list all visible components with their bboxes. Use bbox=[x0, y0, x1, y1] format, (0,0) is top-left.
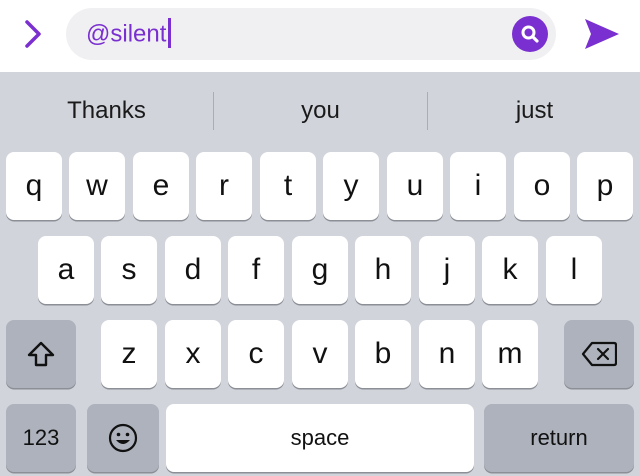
key-c[interactable]: c bbox=[228, 320, 284, 388]
message-input-value: @silent bbox=[86, 18, 172, 50]
message-text-field[interactable]: @silent bbox=[66, 8, 556, 60]
text-caret bbox=[168, 18, 172, 48]
key-r[interactable]: r bbox=[196, 152, 252, 220]
key-m[interactable]: m bbox=[482, 320, 538, 388]
key-x[interactable]: x bbox=[165, 320, 221, 388]
suggestion-item[interactable]: you bbox=[214, 72, 427, 150]
numbers-key[interactable]: 123 bbox=[6, 404, 76, 472]
delete-key[interactable] bbox=[564, 320, 634, 388]
key-l[interactable]: l bbox=[546, 236, 602, 304]
shift-key[interactable] bbox=[6, 320, 76, 388]
keyboard: Thanks you just q w e r t y u i o p a s … bbox=[0, 72, 640, 476]
key-j[interactable]: j bbox=[419, 236, 475, 304]
key-i[interactable]: i bbox=[450, 152, 506, 220]
emoji-key[interactable] bbox=[87, 404, 159, 472]
key-k[interactable]: k bbox=[482, 236, 538, 304]
key-o[interactable]: o bbox=[514, 152, 570, 220]
key-n[interactable]: n bbox=[419, 320, 475, 388]
message-input-text: @silent bbox=[86, 20, 167, 48]
key-s[interactable]: s bbox=[101, 236, 157, 304]
predictive-suggestions-bar: Thanks you just bbox=[0, 72, 640, 150]
key-t[interactable]: t bbox=[260, 152, 316, 220]
key-h[interactable]: h bbox=[355, 236, 411, 304]
key-g[interactable]: g bbox=[292, 236, 348, 304]
chevron-right-icon bbox=[25, 20, 41, 48]
return-key[interactable]: return bbox=[484, 404, 634, 472]
suggestion-item[interactable]: just bbox=[428, 72, 640, 150]
key-v[interactable]: v bbox=[292, 320, 348, 388]
message-input-bar: @silent bbox=[0, 0, 640, 72]
key-f[interactable]: f bbox=[228, 236, 284, 304]
search-icon bbox=[521, 25, 539, 43]
search-button[interactable] bbox=[512, 16, 548, 52]
key-w[interactable]: w bbox=[69, 152, 125, 220]
shift-icon bbox=[27, 341, 55, 367]
key-y[interactable]: y bbox=[323, 152, 379, 220]
key-e[interactable]: e bbox=[133, 152, 189, 220]
emoji-icon bbox=[108, 423, 138, 453]
send-icon bbox=[585, 19, 619, 49]
key-p[interactable]: p bbox=[577, 152, 633, 220]
suggestion-item[interactable]: Thanks bbox=[0, 72, 213, 150]
space-key[interactable]: space bbox=[166, 404, 474, 472]
expand-button[interactable] bbox=[18, 16, 48, 52]
delete-icon bbox=[581, 341, 617, 367]
key-b[interactable]: b bbox=[355, 320, 411, 388]
key-a[interactable]: a bbox=[38, 236, 94, 304]
send-button[interactable] bbox=[582, 14, 622, 54]
key-u[interactable]: u bbox=[387, 152, 443, 220]
key-d[interactable]: d bbox=[165, 236, 221, 304]
key-q[interactable]: q bbox=[6, 152, 62, 220]
key-z[interactable]: z bbox=[101, 320, 157, 388]
